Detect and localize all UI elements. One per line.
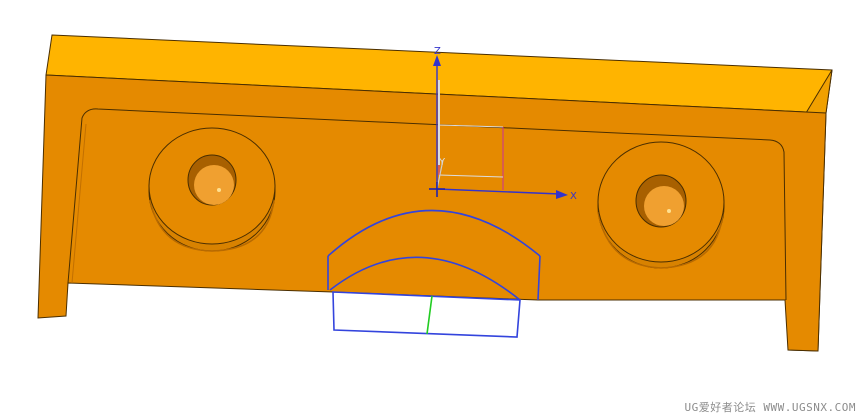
y-axis-label: Y <box>438 157 446 168</box>
left-counterbore[interactable] <box>148 127 276 252</box>
left-hole-apex <box>217 188 221 192</box>
graphics-viewport[interactable]: Z X Y <box>0 0 864 418</box>
x-axis-label: X <box>570 191 577 202</box>
sketch-dimension-line[interactable] <box>426 295 433 335</box>
sketch-lower-rectangle <box>332 291 521 338</box>
right-hole-apex <box>667 209 671 213</box>
z-axis-label: Z <box>434 46 441 57</box>
right-counterbore[interactable] <box>597 141 725 269</box>
forum-watermark: UG爱好者论坛 WWW.UGSNX.COM <box>684 401 856 414</box>
